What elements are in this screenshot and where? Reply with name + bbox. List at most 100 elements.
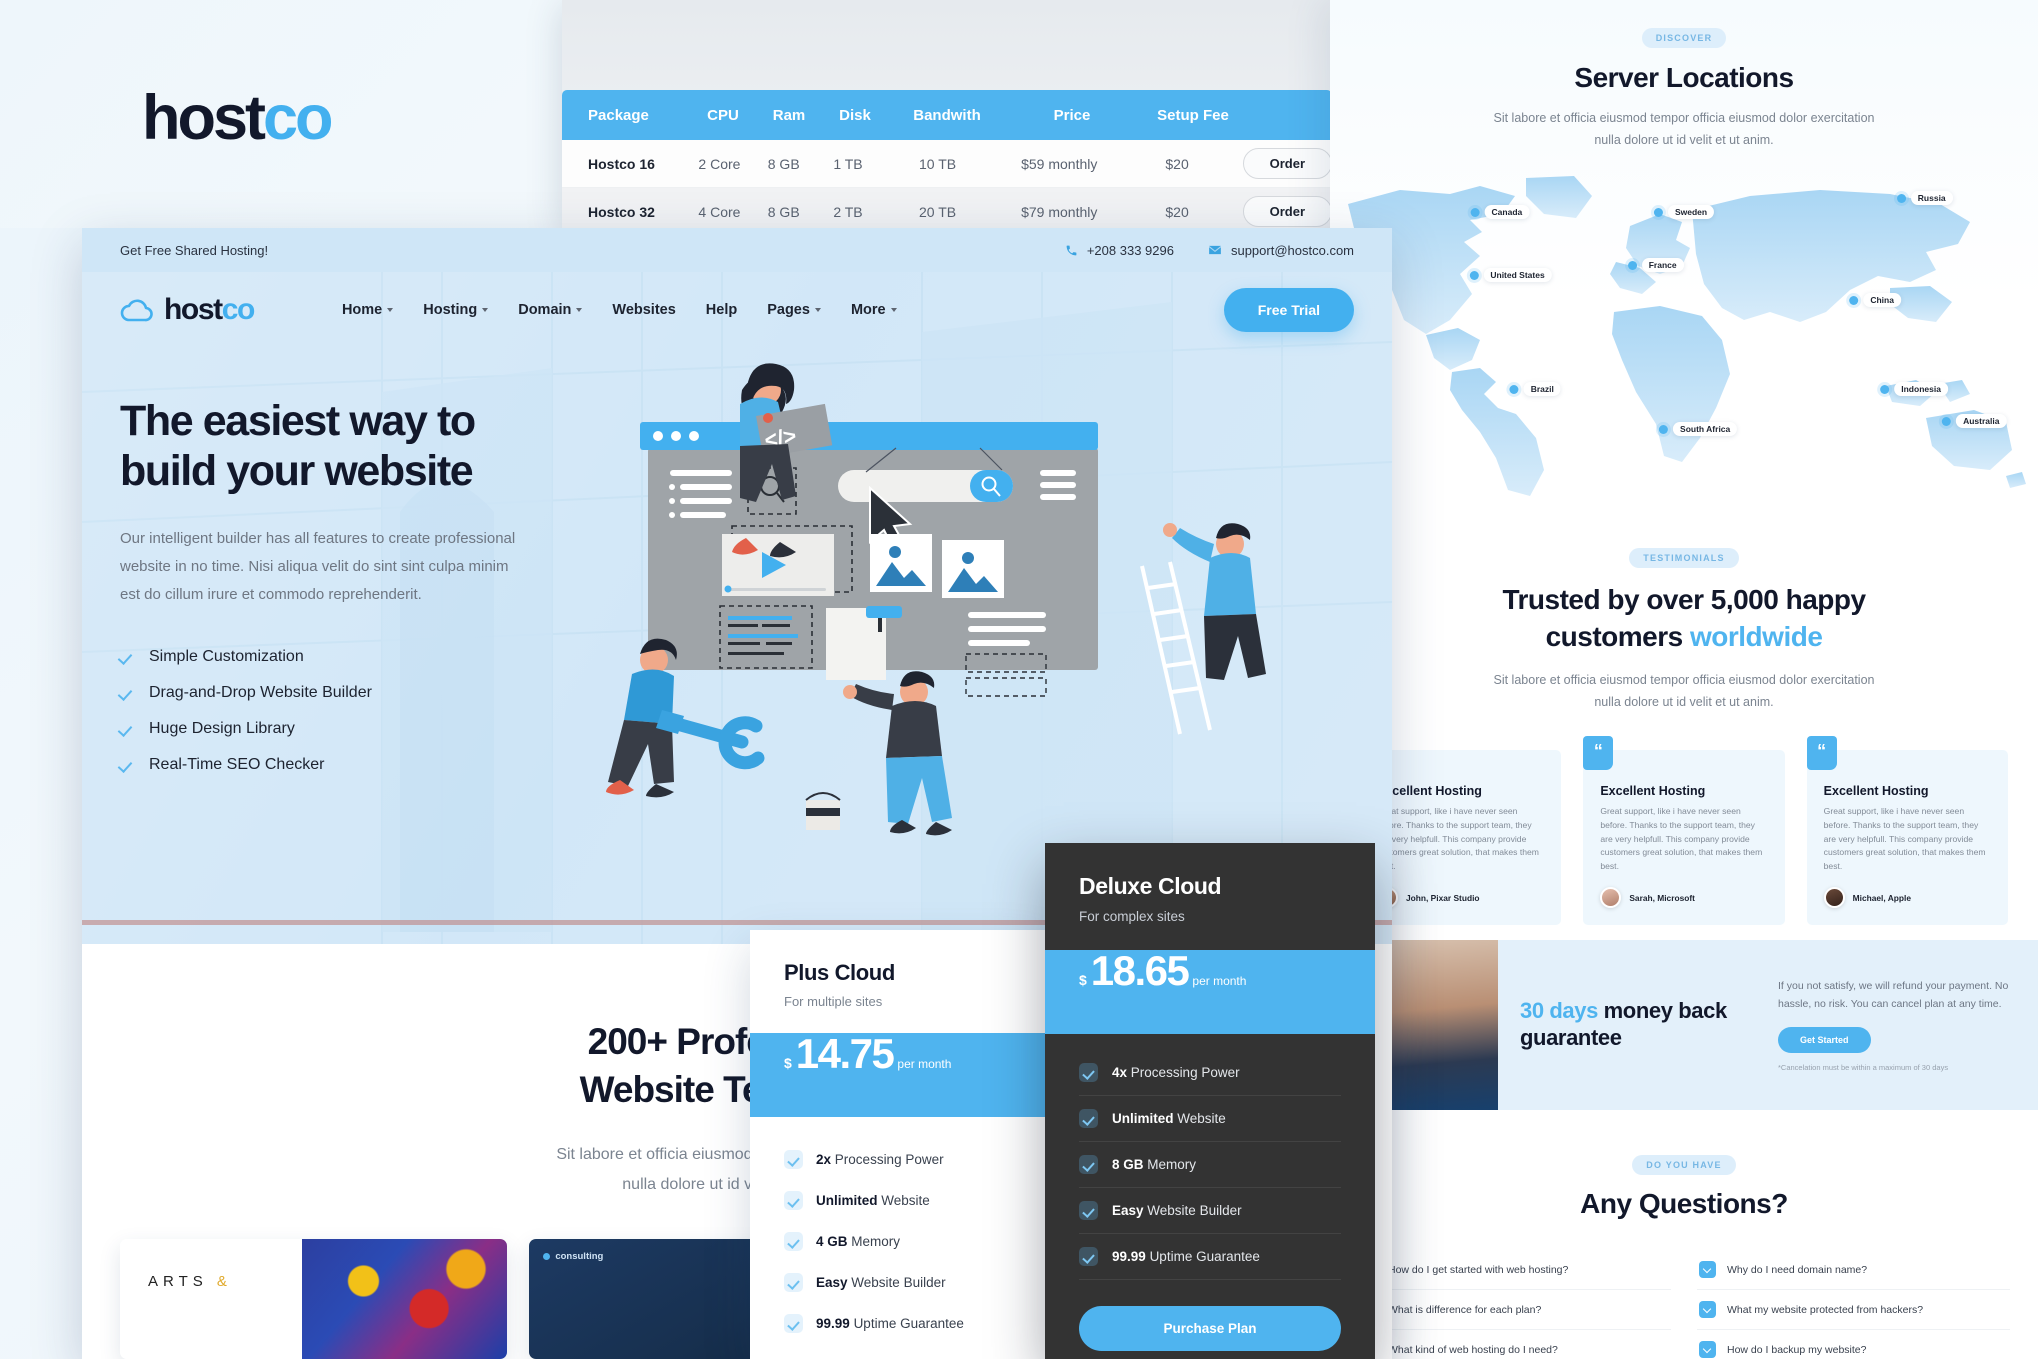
- nav-item-label: Pages: [767, 302, 810, 318]
- testimonial-author: Michael, Apple: [1852, 892, 1911, 903]
- chevron-down-icon[interactable]: [1699, 1341, 1716, 1358]
- cloud-icon: [120, 299, 153, 322]
- faq-question: What my website protected from hackers?: [1727, 1303, 1924, 1316]
- feature-rest: Website Builder: [1147, 1203, 1242, 1218]
- nav-item-label: More: [850, 302, 886, 318]
- deluxe-cloud-tagline: For complex sites: [1079, 909, 1185, 924]
- col-cpu: CPU: [707, 106, 739, 124]
- feature-rest: Processing Power: [834, 1152, 944, 1167]
- faq-item[interactable]: How do I backup my website?: [1697, 1330, 2010, 1359]
- cell-package: Hostco 32: [588, 203, 655, 220]
- cell-setup-fee: $20: [1165, 155, 1189, 172]
- chevron-down-icon[interactable]: [1699, 1301, 1716, 1318]
- map-pin-indonesia[interactable]: Indonesia: [1880, 382, 1948, 396]
- email-contact[interactable]: support@hostco.com: [1208, 243, 1354, 258]
- nav-logo-dark: host: [164, 293, 223, 326]
- plus-cloud-tagline: For multiple sites: [784, 994, 883, 1009]
- map-dot-icon: [1509, 384, 1519, 394]
- faq-item[interactable]: How do I get started with web hosting?: [1358, 1250, 1671, 1290]
- chevron-down-icon[interactable]: [1699, 1261, 1716, 1278]
- map-pin-russia[interactable]: Russia: [1896, 191, 1953, 205]
- list-item: 99.99 Uptime Guarantee: [1079, 1234, 1341, 1280]
- hero-heading: The easiest way to build your website: [120, 396, 590, 497]
- email-address: support@hostco.com: [1230, 242, 1354, 258]
- world-map: Canada United States Sweden France Russi…: [1330, 170, 2038, 500]
- map-pin-label: Russia: [1910, 191, 1953, 205]
- logo-dot-icon: [543, 1253, 551, 1261]
- plus-cloud-name: Plus Cloud: [784, 960, 895, 985]
- hero-feature-label: Simple Customization: [149, 648, 304, 666]
- cell-bandwith: 10 TB: [919, 155, 957, 172]
- nav-item-help[interactable]: Help: [706, 302, 737, 318]
- deluxe-cloud-period: per month: [1192, 974, 1247, 988]
- map-pin-label: France: [1641, 258, 1684, 272]
- list-item: 8 GB Memory: [1079, 1142, 1341, 1188]
- main-navbar: hostco Home Hosting Domain Websites Help…: [82, 272, 1392, 348]
- top-utility-bar: Get Free Shared Hosting! +208 333 9296 s…: [82, 228, 1392, 272]
- faq-item[interactable]: What my website protected from hackers?: [1697, 1290, 2010, 1330]
- nav-item-more[interactable]: More: [851, 302, 897, 318]
- purchase-plan-button[interactable]: Purchase Plan: [1079, 1306, 1341, 1351]
- template-card-arts[interactable]: ARTS &: [120, 1239, 508, 1359]
- map-pin-united-states[interactable]: United States: [1469, 268, 1552, 282]
- map-pin-brazil[interactable]: Brazil: [1509, 382, 1561, 396]
- map-dot-icon: [1849, 295, 1859, 305]
- cell-cpu: 4 Core: [698, 203, 741, 220]
- map-dot-icon: [1469, 270, 1479, 280]
- map-pin-label: Canada: [1484, 205, 1530, 219]
- check-icon: [784, 1273, 803, 1292]
- plus-cloud-amount: 14.75: [795, 1030, 895, 1077]
- map-pin-china[interactable]: China: [1849, 293, 1901, 307]
- feature-rest: Processing Power: [1130, 1065, 1240, 1080]
- chevron-down-icon: [814, 308, 821, 312]
- faq-column-right: Why do I need domain name? What my websi…: [1697, 1250, 2010, 1359]
- phone-contact[interactable]: +208 333 9296: [1065, 243, 1174, 258]
- testimonials-sub-1: Sit labore et officia eiusmod tempor off…: [1493, 672, 1875, 687]
- map-pin-south-africa[interactable]: South Africa: [1659, 422, 1738, 436]
- map-pin-label: Sweden: [1667, 205, 1715, 219]
- money-back-section: 30 days money back guarantee If you not …: [1330, 940, 2038, 1110]
- check-icon: [120, 689, 133, 698]
- nav-item-hosting[interactable]: Hosting: [423, 302, 489, 318]
- nav-item-pages[interactable]: Pages: [767, 302, 821, 318]
- hero-paragraph: Our intelligent builder has all features…: [120, 529, 516, 603]
- testimonials-title-2a: customers: [1545, 620, 1690, 652]
- list-item: Drag-and-Drop Website Builder: [120, 675, 590, 711]
- list-item: 4 GB Memory: [784, 1221, 1011, 1262]
- faq-item[interactable]: Why do I need domain name?: [1697, 1250, 2010, 1290]
- testimonial-author: Sarah, Microsoft: [1629, 892, 1695, 903]
- deluxe-cloud-name: Deluxe Cloud: [1079, 873, 1222, 899]
- list-item: Simple Customization: [120, 639, 590, 675]
- order-button[interactable]: Order: [1242, 196, 1333, 227]
- nav-logo[interactable]: hostco: [120, 293, 255, 327]
- faq-item[interactable]: What kind of web hosting do I need?: [1358, 1330, 1671, 1359]
- plus-cloud-pricing-card: Plus Cloud For multiple sites $ 14.75 pe…: [750, 930, 1045, 1359]
- feature-strong: 2x: [816, 1152, 832, 1167]
- feature-strong: 99.99: [816, 1316, 850, 1331]
- get-started-button[interactable]: Get Started: [1778, 1026, 1871, 1053]
- map-pin-canada[interactable]: Canada: [1470, 205, 1530, 219]
- faq-column-left: How do I get started with web hosting? W…: [1358, 1250, 1671, 1359]
- map-pin-sweden[interactable]: Sweden: [1653, 205, 1715, 219]
- nav-item-domain[interactable]: Domain: [518, 302, 583, 318]
- chevron-down-icon: [576, 308, 583, 312]
- order-button[interactable]: Order: [1242, 148, 1333, 179]
- chevron-down-icon: [890, 308, 897, 312]
- map-pin-france[interactable]: France: [1627, 258, 1684, 272]
- cell-bandwith: 20 TB: [919, 203, 957, 220]
- map-dot-icon: [1880, 384, 1890, 394]
- phone-icon: [1066, 245, 1077, 255]
- testimonial-title: Excellent Hosting: [1600, 783, 1706, 798]
- cell-setup-fee: $20: [1165, 203, 1189, 220]
- map-pin-australia[interactable]: Australia: [1942, 414, 2007, 428]
- nav-item-websites[interactable]: Websites: [612, 302, 675, 318]
- hero-feature-label: Drag-and-Drop Website Builder: [149, 684, 372, 702]
- cell-ram: 8 GB: [767, 155, 800, 172]
- map-pin-label: Indonesia: [1894, 382, 1948, 396]
- cell-ram: 8 GB: [767, 203, 800, 220]
- faq-item[interactable]: What is difference for each plan?: [1358, 1290, 1671, 1330]
- nav-item-home[interactable]: Home: [342, 302, 394, 318]
- feature-rest: Uptime Guarantee: [853, 1316, 964, 1331]
- free-trial-button[interactable]: Free Trial: [1223, 288, 1354, 332]
- server-locations-sub-2: nulla dolore ut id velit et ut anim.: [1594, 132, 1774, 147]
